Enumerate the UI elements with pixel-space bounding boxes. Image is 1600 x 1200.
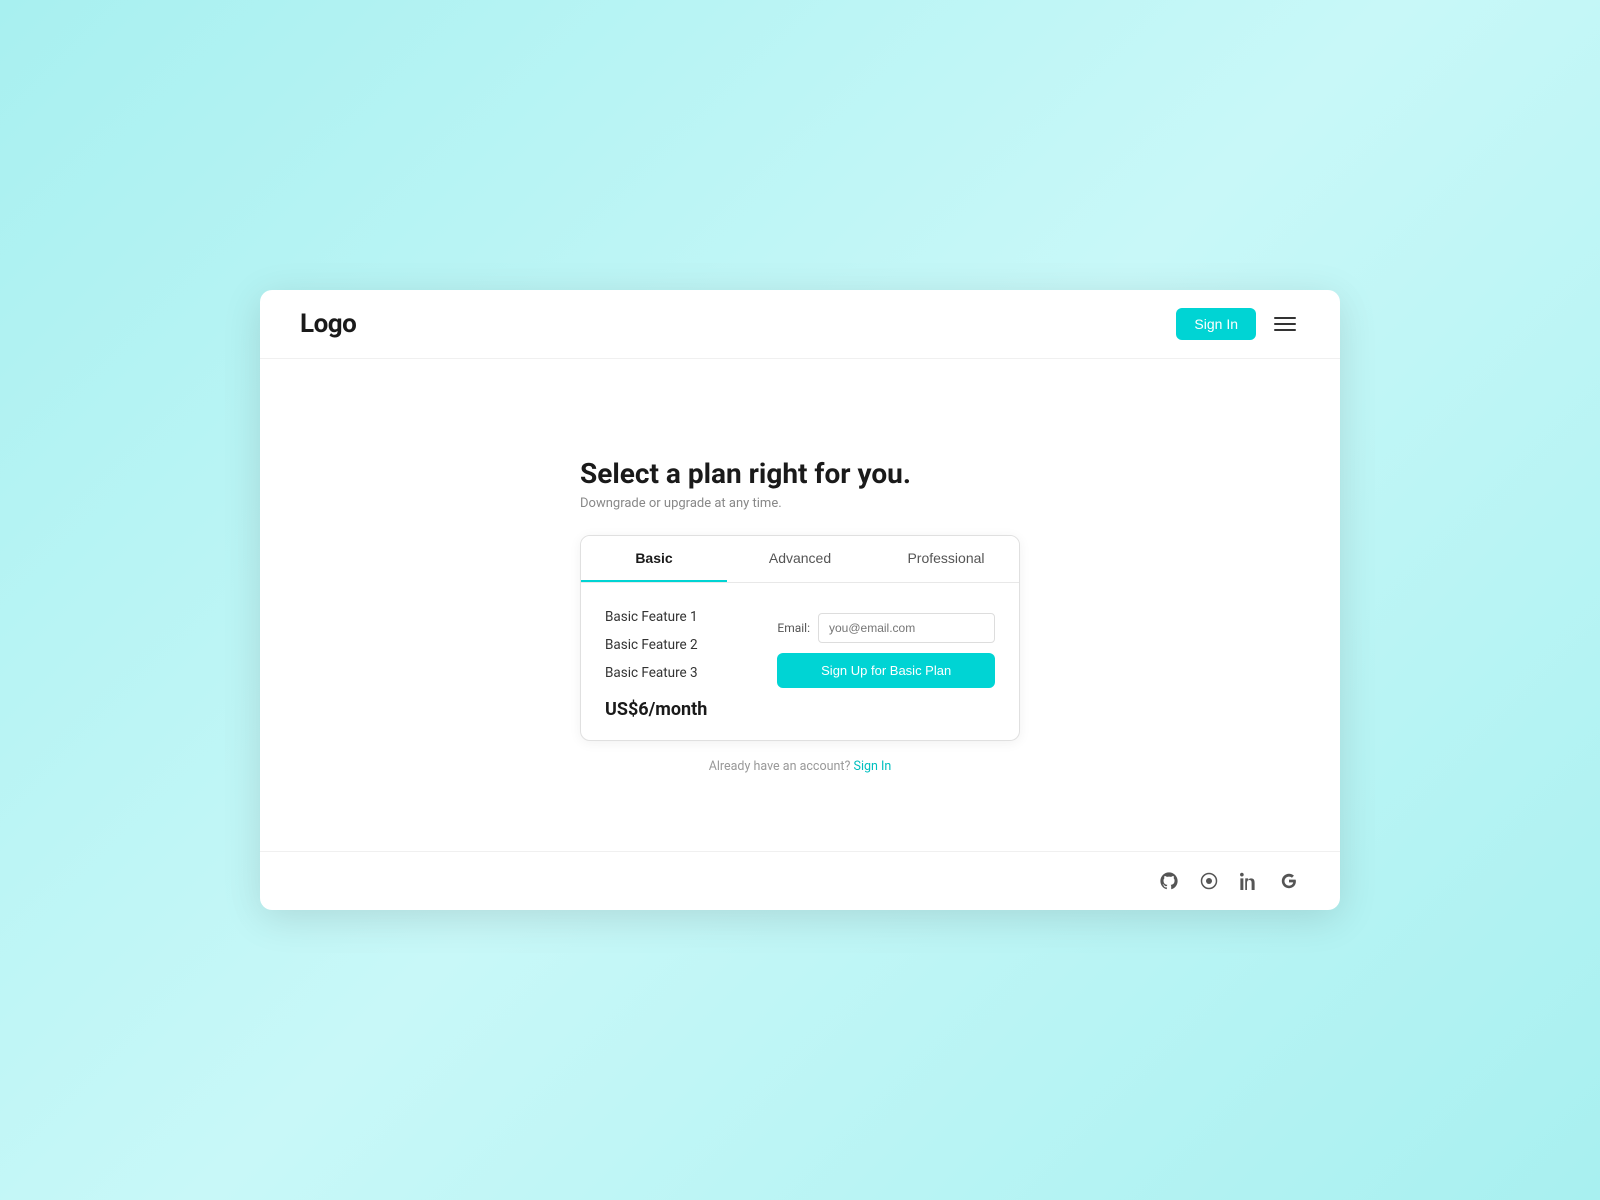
email-row: Email: — [777, 613, 995, 643]
github-icon[interactable] — [1158, 870, 1180, 892]
sign-in-link[interactable]: Sign In — [854, 759, 892, 774]
tab-professional[interactable]: Professional — [873, 536, 1019, 582]
plan-section: Select a plan right for you. Downgrade o… — [580, 457, 1020, 774]
linkedin-icon[interactable] — [1238, 870, 1260, 892]
sign-in-button[interactable]: Sign In — [1176, 308, 1256, 340]
email-label: Email: — [777, 621, 810, 635]
feature-item-3: Basic Feature 3 — [605, 659, 753, 687]
plan-price: US$6/month — [605, 699, 753, 720]
email-input[interactable] — [818, 613, 995, 643]
footer — [260, 851, 1340, 910]
plan-body: Basic Feature 1 Basic Feature 2 Basic Fe… — [581, 583, 1019, 740]
tab-basic[interactable]: Basic — [581, 536, 727, 582]
feature-item-2: Basic Feature 2 — [605, 631, 753, 659]
already-account-text: Already have an account? Sign In — [580, 759, 1020, 774]
plan-card: Basic Advanced Professional Basic Featur… — [580, 535, 1020, 741]
tab-advanced[interactable]: Advanced — [727, 536, 873, 582]
logo: Logo — [300, 309, 356, 339]
google-icon[interactable] — [1278, 870, 1300, 892]
menu-icon[interactable] — [1270, 313, 1300, 335]
main-content: Select a plan right for you. Downgrade o… — [260, 359, 1340, 851]
signup-button[interactable]: Sign Up for Basic Plan — [777, 653, 995, 688]
nav-actions: Sign In — [1176, 308, 1300, 340]
page-title: Select a plan right for you. — [580, 457, 1020, 490]
plan-tabs: Basic Advanced Professional — [581, 536, 1019, 583]
browser-window: Logo Sign In Select a plan right for you… — [260, 290, 1340, 910]
plan-features: Basic Feature 1 Basic Feature 2 Basic Fe… — [605, 603, 753, 720]
feature-item-1: Basic Feature 1 — [605, 603, 753, 631]
navbar: Logo Sign In — [260, 290, 1340, 359]
circle-icon[interactable] — [1198, 870, 1220, 892]
page-subtitle: Downgrade or upgrade at any time. — [580, 496, 1020, 511]
plan-signup: Email: Sign Up for Basic Plan — [777, 603, 995, 688]
